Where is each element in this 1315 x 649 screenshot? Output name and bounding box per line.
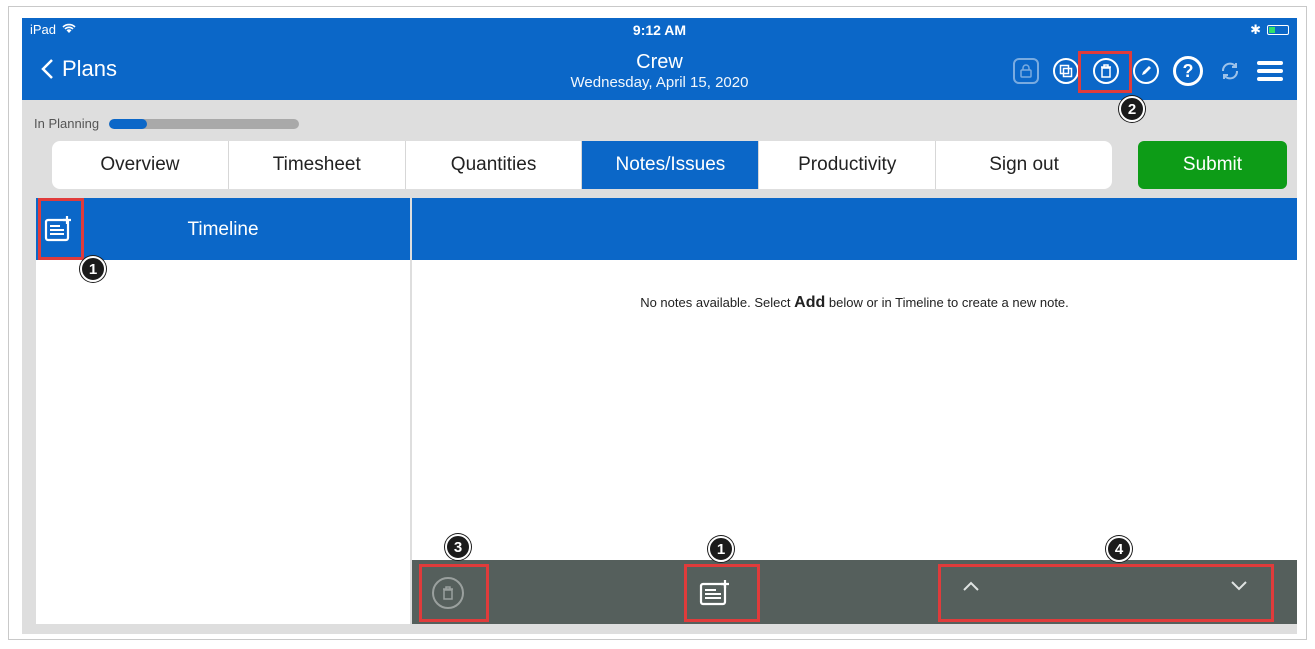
highlight-edit bbox=[1078, 51, 1132, 93]
copy-icon[interactable] bbox=[1053, 58, 1079, 84]
status-time: 9:12 AM bbox=[632, 22, 687, 38]
notes-header bbox=[412, 198, 1297, 260]
header-actions: ? bbox=[1013, 56, 1283, 86]
empty-add: Add bbox=[794, 294, 826, 311]
highlight-timeline-add bbox=[38, 198, 84, 260]
timeline-header: Timeline bbox=[36, 198, 410, 260]
tab-sign-out[interactable]: Sign out bbox=[936, 141, 1112, 189]
submit-button[interactable]: Submit bbox=[1138, 141, 1287, 189]
tab-timesheet[interactable]: Timesheet bbox=[229, 141, 406, 189]
sync-icon[interactable] bbox=[1217, 58, 1243, 84]
highlight-navigation bbox=[938, 564, 1274, 622]
lock-icon[interactable] bbox=[1013, 58, 1039, 84]
tab-productivity[interactable]: Productivity bbox=[759, 141, 937, 189]
empty-prefix: No notes available. Select bbox=[640, 295, 795, 310]
callout-badge: 1 bbox=[80, 256, 106, 282]
help-icon[interactable]: ? bbox=[1173, 56, 1203, 86]
tab-quantities[interactable]: Quantities bbox=[406, 141, 583, 189]
battery-icon bbox=[1267, 25, 1289, 35]
empty-suffix: below or in Timeline to create a new not… bbox=[825, 295, 1069, 310]
status-right: ✱ bbox=[1250, 22, 1289, 38]
callout-badge: 3 bbox=[445, 534, 471, 560]
progress-bar bbox=[109, 118, 300, 129]
tab-bar: Overview Timesheet Quantities Notes/Issu… bbox=[52, 141, 1112, 189]
highlight-add bbox=[684, 564, 760, 622]
callout-badge: 1 bbox=[708, 536, 734, 562]
plan-status: In Planning bbox=[34, 116, 300, 131]
ipad-screen: iPad 9:12 AM ✱ Plans Crew Wednesday, Apr… bbox=[22, 18, 1297, 634]
menu-icon[interactable] bbox=[1257, 61, 1283, 81]
callout-badge: 2 bbox=[1119, 96, 1145, 122]
highlight-delete bbox=[419, 564, 489, 622]
notes-panel: No notes available. Select Add below or … bbox=[412, 198, 1297, 624]
edit-icon[interactable] bbox=[1133, 58, 1159, 84]
progress-fill bbox=[109, 118, 148, 129]
callout-badge: 4 bbox=[1106, 536, 1132, 562]
tab-notes-issues[interactable]: Notes/Issues bbox=[582, 141, 760, 189]
empty-notes-message: No notes available. Select Add below or … bbox=[412, 294, 1297, 312]
bluetooth-icon: ✱ bbox=[1250, 22, 1261, 37]
tab-overview[interactable]: Overview bbox=[52, 141, 229, 189]
timeline-label: Timeline bbox=[187, 219, 259, 240]
status-label: In Planning bbox=[34, 116, 100, 131]
